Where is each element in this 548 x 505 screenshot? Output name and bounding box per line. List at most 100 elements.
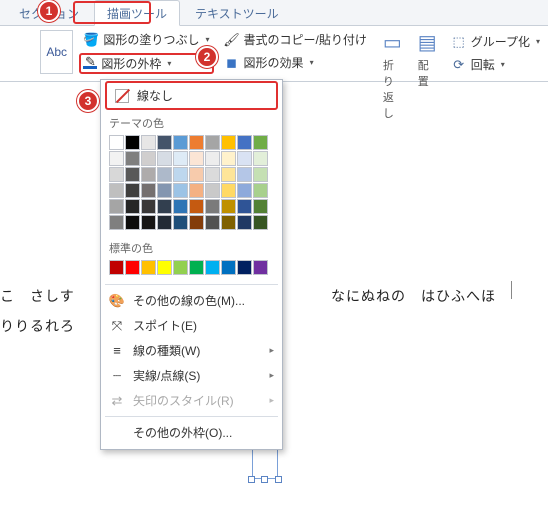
color-swatch[interactable] xyxy=(205,135,220,150)
shape-outline-dropdown: 線なし テーマの色 標準の色 🎨 その他の線の色(M)... ⤧ スポイト(E)… xyxy=(100,79,283,450)
ribbon: Abc 🪣 図形の塗りつぶし ▾ ✎ 図形の外枠 ▾ 🖌 書式のコピー/貼り付け… xyxy=(0,26,548,82)
color-swatch[interactable] xyxy=(221,151,236,166)
color-swatch[interactable] xyxy=(189,183,204,198)
color-swatch[interactable] xyxy=(253,260,268,275)
color-swatch[interactable] xyxy=(141,215,156,230)
color-swatch[interactable] xyxy=(173,167,188,182)
color-swatch[interactable] xyxy=(221,135,236,150)
align-button[interactable]: ▤ 配置 xyxy=(412,28,443,89)
no-line-icon xyxy=(115,89,129,103)
color-swatch[interactable] xyxy=(109,215,124,230)
color-swatch[interactable] xyxy=(189,135,204,150)
color-swatch[interactable] xyxy=(109,260,124,275)
color-swatch[interactable] xyxy=(141,151,156,166)
color-swatch[interactable] xyxy=(125,151,140,166)
no-line-item[interactable]: 線なし xyxy=(105,81,278,110)
color-swatch[interactable] xyxy=(157,215,172,230)
shape-fill-button[interactable]: 🪣 図形の塗りつぶし ▾ xyxy=(79,30,213,49)
eyedropper-icon: ⤧ xyxy=(109,318,125,334)
eyedropper-item[interactable]: ⤧ スポイト(E) xyxy=(101,313,282,338)
wrap-text-button[interactable]: ▭ 折り返し xyxy=(377,28,408,121)
color-swatch[interactable] xyxy=(189,199,204,214)
line-weight-item[interactable]: ≡ 線の種類(W) ▸ xyxy=(101,338,282,363)
color-swatch[interactable] xyxy=(253,135,268,150)
color-swatch[interactable] xyxy=(221,183,236,198)
color-swatch[interactable] xyxy=(205,215,220,230)
color-swatch[interactable] xyxy=(141,199,156,214)
color-swatch[interactable] xyxy=(109,199,124,214)
line-dash-item[interactable]: ┈ 実線/点線(S) ▸ xyxy=(101,363,282,388)
color-swatch[interactable] xyxy=(221,167,236,182)
resize-handle[interactable] xyxy=(248,476,255,483)
color-swatch[interactable] xyxy=(221,215,236,230)
color-swatch[interactable] xyxy=(109,183,124,198)
color-swatch[interactable] xyxy=(205,151,220,166)
color-swatch[interactable] xyxy=(205,167,220,182)
shape-outline-button[interactable]: ✎ 図形の外枠 ▾ xyxy=(79,53,213,74)
color-swatch[interactable] xyxy=(253,167,268,182)
color-swatch[interactable] xyxy=(205,260,220,275)
color-swatch[interactable] xyxy=(237,135,252,150)
color-swatch[interactable] xyxy=(253,199,268,214)
color-swatch[interactable] xyxy=(189,260,204,275)
arrow-style-label: 矢印のスタイル(R) xyxy=(133,392,234,409)
resize-handle[interactable] xyxy=(261,476,268,483)
color-swatch[interactable] xyxy=(141,135,156,150)
color-swatch[interactable] xyxy=(253,151,268,166)
color-swatch[interactable] xyxy=(237,199,252,214)
color-swatch[interactable] xyxy=(157,135,172,150)
more-outlines-item[interactable]: その他の外枠(O)... xyxy=(101,420,282,445)
color-swatch[interactable] xyxy=(173,260,188,275)
color-swatch[interactable] xyxy=(173,199,188,214)
color-swatch[interactable] xyxy=(141,167,156,182)
color-swatch[interactable] xyxy=(205,183,220,198)
color-swatch[interactable] xyxy=(189,151,204,166)
color-swatch[interactable] xyxy=(237,151,252,166)
color-swatch[interactable] xyxy=(221,260,236,275)
color-swatch[interactable] xyxy=(253,183,268,198)
color-swatch[interactable] xyxy=(109,167,124,182)
color-swatch[interactable] xyxy=(125,183,140,198)
color-swatch[interactable] xyxy=(221,199,236,214)
color-swatch[interactable] xyxy=(157,167,172,182)
color-swatch[interactable] xyxy=(141,260,156,275)
color-swatch[interactable] xyxy=(157,183,172,198)
group-button[interactable]: ⬚ グループ化 ▾ xyxy=(447,32,544,51)
tab-drawing-tools[interactable]: 描画ツール xyxy=(94,0,180,26)
more-icon xyxy=(109,425,125,441)
color-swatch[interactable] xyxy=(173,215,188,230)
color-swatch[interactable] xyxy=(157,151,172,166)
color-swatch[interactable] xyxy=(109,151,124,166)
color-swatch[interactable] xyxy=(189,167,204,182)
color-swatch[interactable] xyxy=(237,260,252,275)
color-swatch[interactable] xyxy=(237,167,252,182)
color-swatch[interactable] xyxy=(173,135,188,150)
color-swatch[interactable] xyxy=(237,215,252,230)
color-swatch[interactable] xyxy=(125,199,140,214)
format-painter-button[interactable]: 🖌 書式のコピー/貼り付け xyxy=(220,30,371,49)
color-swatch[interactable] xyxy=(125,167,140,182)
color-swatch[interactable] xyxy=(173,151,188,166)
color-swatch[interactable] xyxy=(141,183,156,198)
color-swatch[interactable] xyxy=(205,199,220,214)
wrap-text-label: 折り返し xyxy=(383,57,402,121)
shape-effects-button[interactable]: ◼ 図形の効果 ▾ xyxy=(220,53,371,72)
tab-text-tools[interactable]: テキストツール xyxy=(182,0,292,25)
more-line-colors-item[interactable]: 🎨 その他の線の色(M)... xyxy=(101,288,282,313)
color-swatch[interactable] xyxy=(237,183,252,198)
color-swatch[interactable] xyxy=(125,135,140,150)
color-swatch[interactable] xyxy=(125,215,140,230)
color-swatch[interactable] xyxy=(157,199,172,214)
color-swatch[interactable] xyxy=(109,135,124,150)
color-swatch[interactable] xyxy=(157,260,172,275)
color-swatch[interactable] xyxy=(189,215,204,230)
wrap-icon: ▭ xyxy=(383,30,402,55)
color-swatch[interactable] xyxy=(253,215,268,230)
doc-text: なにぬねの はひふへほ xyxy=(331,286,496,306)
resize-handle[interactable] xyxy=(275,476,282,483)
shape-style-gallery[interactable]: Abc xyxy=(40,30,73,74)
eyedropper-label: スポイト(E) xyxy=(133,317,197,334)
color-swatch[interactable] xyxy=(173,183,188,198)
rotate-button[interactable]: ⟳ 回転 ▾ xyxy=(447,55,544,74)
color-swatch[interactable] xyxy=(125,260,140,275)
